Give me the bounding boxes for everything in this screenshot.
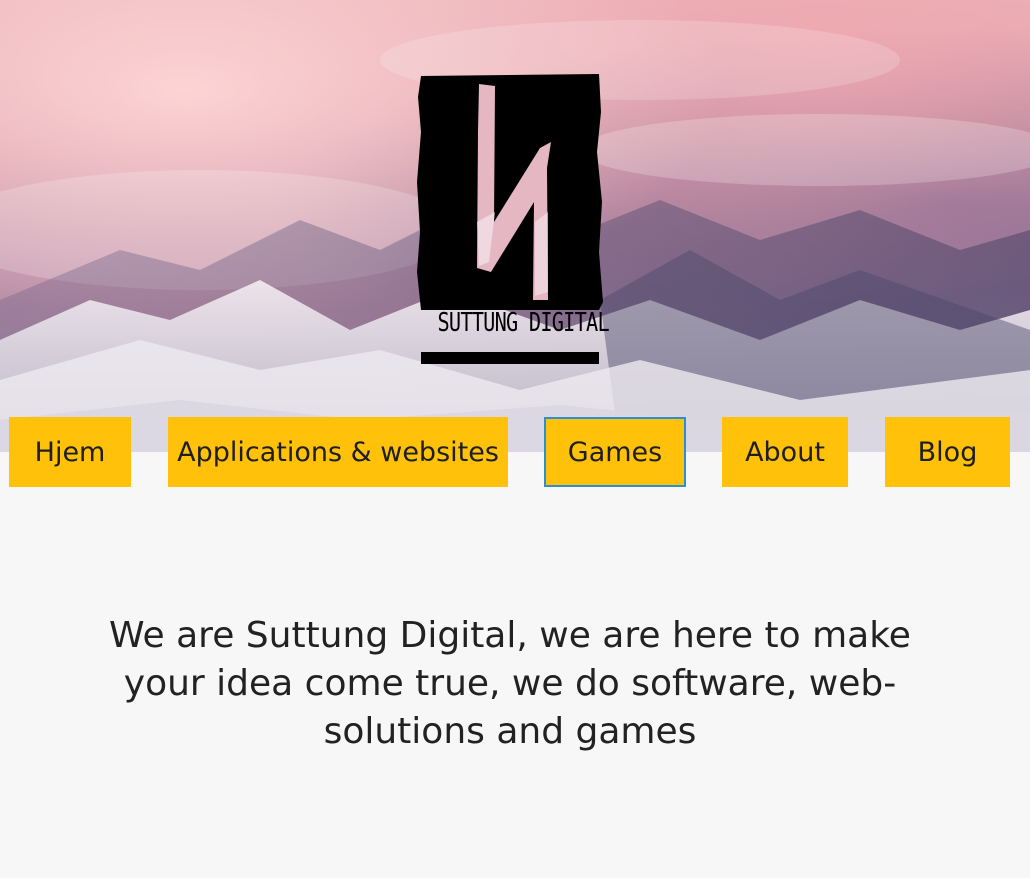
nav-item-blog[interactable]: Blog <box>885 417 1010 487</box>
nav-item-games[interactable]: Games <box>544 417 686 487</box>
tagline-text: We are Suttung Digital, we are here to m… <box>109 615 911 752</box>
nav-item-hjem[interactable]: Hjem <box>9 417 131 487</box>
nav-item-applications-websites[interactable]: Applications & websites <box>168 417 508 487</box>
brand-name: SUTTUNG DIGITAL <box>437 308 609 338</box>
nav-item-about[interactable]: About <box>722 417 848 487</box>
hero-banner: SUTTUNG DIGITAL <box>0 0 1030 452</box>
page: SUTTUNG DIGITAL Hjem Applications & webs… <box>0 0 1030 878</box>
